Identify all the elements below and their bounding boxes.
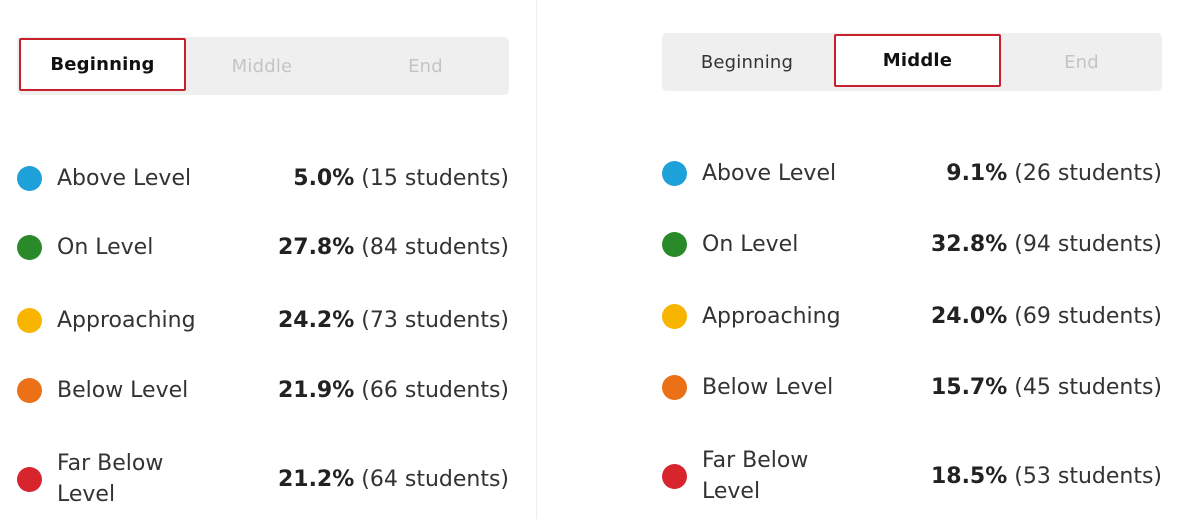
level-label: Above Level: [57, 165, 192, 191]
period-segmented-control: Beginning Middle End: [17, 37, 509, 95]
level-value: 5.0% (15 students): [293, 166, 509, 191]
list-item-below-level: Below Level 21.9% (66 students): [17, 372, 509, 408]
tab-label: Middle: [231, 55, 293, 77]
tab-end[interactable]: End: [1001, 33, 1162, 91]
level-percent: 21.2%: [277, 466, 355, 492]
on-level-dot-icon: [17, 234, 42, 260]
level-value: 9.1% (26 students): [946, 161, 1162, 186]
level-count: (73 students): [361, 307, 509, 333]
list-item-above-level: Above Level 9.1% (26 students): [662, 155, 1162, 191]
level-count: (53 students): [1014, 463, 1162, 489]
level-value: 32.8% (94 students): [931, 232, 1162, 257]
level-percent: 9.1%: [946, 160, 1008, 186]
above-level-dot-icon: [17, 165, 42, 191]
list-item-on-level: On Level 32.8% (94 students): [662, 226, 1162, 262]
panel-middle: Beginning Middle End Above Level 9.1% (2…: [662, 0, 1162, 519]
list-item-above-level: Above Level 5.0% (15 students): [17, 160, 509, 196]
tab-middle[interactable]: Middle: [188, 37, 336, 95]
level-label: Below Level: [57, 377, 189, 403]
level-value: 18.5% (53 students): [931, 464, 1162, 489]
tab-label: Middle: [882, 50, 953, 71]
list-item-far-below-level: Far Below Level 18.5% (53 students): [662, 444, 1162, 508]
far-below-level-dot-icon: [17, 466, 42, 492]
level-label: Above Level: [702, 160, 837, 186]
level-count: (64 students): [361, 466, 509, 492]
tab-middle[interactable]: Middle: [834, 34, 1001, 87]
level-value: 27.8% (84 students): [278, 235, 509, 260]
tab-beginning[interactable]: Beginning: [19, 38, 186, 91]
on-level-dot-icon: [662, 231, 687, 257]
tab-beginning[interactable]: Beginning: [662, 33, 832, 91]
level-count: (26 students): [1014, 160, 1162, 186]
tab-end[interactable]: End: [342, 37, 509, 95]
tab-label: End: [1064, 51, 1099, 73]
tab-label: End: [408, 55, 443, 77]
level-value: 21.9% (66 students): [278, 378, 509, 403]
tab-label: Beginning: [50, 54, 155, 75]
below-level-dot-icon: [17, 377, 42, 403]
tab-label: Beginning: [700, 51, 794, 73]
far-below-level-dot-icon: [662, 463, 687, 489]
level-label: Far Below Level: [702, 448, 809, 504]
list-item-far-below-level: Far Below Level 21.2% (64 students): [17, 447, 509, 511]
level-percent: 27.8%: [277, 234, 355, 260]
level-count: (94 students): [1014, 231, 1162, 257]
level-percent: 24.0%: [930, 303, 1008, 329]
level-count: (84 students): [361, 234, 509, 260]
level-percent: 24.2%: [277, 307, 355, 333]
level-percent: 18.5%: [930, 463, 1008, 489]
approaching-dot-icon: [662, 303, 687, 329]
level-percent: 32.8%: [930, 231, 1008, 257]
level-percent: 5.0%: [293, 165, 355, 191]
level-count: (15 students): [361, 165, 509, 191]
level-label: Far Below Level: [57, 451, 164, 507]
level-count: (69 students): [1014, 303, 1162, 329]
level-label: Approaching: [57, 307, 196, 333]
period-segmented-control: Beginning Middle End: [662, 33, 1162, 91]
list-item-approaching: Approaching 24.2% (73 students): [17, 302, 509, 338]
level-label: Approaching: [702, 303, 841, 329]
level-count: (45 students): [1014, 374, 1162, 400]
level-label: On Level: [57, 234, 154, 260]
level-value: 24.2% (73 students): [278, 308, 509, 333]
level-count: (66 students): [361, 377, 509, 403]
level-value: 21.2% (64 students): [278, 467, 509, 492]
list-item-approaching: Approaching 24.0% (69 students): [662, 298, 1162, 334]
list-item-below-level: Below Level 15.7% (45 students): [662, 369, 1162, 405]
level-value: 24.0% (69 students): [931, 304, 1162, 329]
level-percent: 15.7%: [930, 374, 1008, 400]
below-level-dot-icon: [662, 374, 687, 400]
list-item-on-level: On Level 27.8% (84 students): [17, 229, 509, 265]
level-label: Below Level: [702, 374, 834, 400]
level-percent: 21.9%: [277, 377, 355, 403]
approaching-dot-icon: [17, 307, 42, 333]
above-level-dot-icon: [662, 160, 687, 186]
level-value: 15.7% (45 students): [931, 375, 1162, 400]
panel-divider: [536, 0, 537, 519]
panel-beginning: Beginning Middle End Above Level 5.0% (1…: [17, 0, 509, 519]
level-label: On Level: [702, 231, 799, 257]
